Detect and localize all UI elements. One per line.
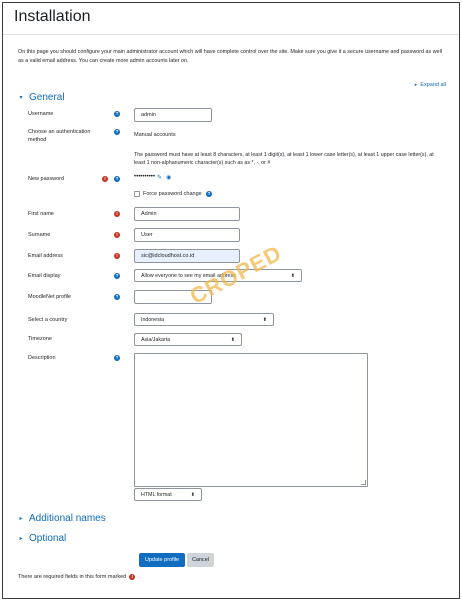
surname-input[interactable]: User: [134, 228, 240, 242]
email-display-value: Allow everyone to see my email address: [141, 272, 236, 279]
reveal-password-icon[interactable]: ◉: [166, 174, 171, 181]
required-icon: !: [129, 574, 136, 580]
new-password-value[interactable]: ••••••••••: [134, 174, 155, 180]
email-display-help-icon[interactable]: ?: [114, 273, 120, 279]
chevron-right-icon: ▸: [19, 536, 23, 542]
force-password-change-label: Force password change: [143, 191, 202, 197]
auth-method-help-icon[interactable]: ?: [114, 129, 120, 135]
description-textarea[interactable]: [134, 353, 368, 487]
country-value: Indonesia: [141, 316, 164, 323]
new-password-label: New password: [28, 176, 65, 182]
email-label: Email address: [28, 253, 63, 259]
moodlenet-help-icon[interactable]: ?: [114, 294, 120, 300]
new-password-required-icon: !: [102, 176, 108, 182]
cancel-button[interactable]: Cancel: [187, 553, 214, 567]
email-display-select[interactable]: Allow everyone to see my email address ⬍: [134, 269, 302, 282]
section-additional-names-label: Additional names: [29, 513, 106, 524]
required-fields-note-text: There are required fields in this form m…: [18, 574, 127, 580]
required-fields-note-period: .: [138, 574, 140, 580]
select-caret-icon: ⬍: [262, 316, 267, 323]
select-caret-icon: ⬍: [290, 272, 295, 279]
auth-method-label: Choose an authentication method: [28, 129, 91, 143]
resize-handle-icon[interactable]: [361, 480, 366, 485]
surname-label: Surname: [28, 232, 51, 238]
email-display-label: Email display: [28, 273, 61, 279]
update-profile-button[interactable]: Update profile: [139, 553, 185, 567]
title-divider: [3, 34, 459, 35]
first-name-label: First name: [28, 211, 54, 217]
intro-text: On this page you should configure your m…: [18, 49, 442, 64]
edit-password-icon[interactable]: ✎: [157, 174, 162, 181]
timezone-value: Asia/Jakarta: [141, 336, 171, 343]
force-password-help-icon[interactable]: ?: [206, 191, 212, 197]
moodlenet-label: MoodleNet profile: [28, 294, 72, 300]
section-optional-toggle[interactable]: ▸ Optional: [18, 533, 66, 544]
username-help-icon[interactable]: ?: [114, 111, 120, 117]
first-name-required-icon: !: [114, 211, 120, 217]
section-general-toggle[interactable]: ▾ General: [18, 92, 65, 103]
description-format-select[interactable]: HTML format ⬍: [134, 488, 202, 501]
force-password-change-checkbox[interactable]: [134, 191, 140, 197]
timezone-label: Timezone: [28, 336, 52, 342]
select-caret-icon: ⬍: [230, 336, 235, 343]
chevron-down-icon: ▾: [19, 95, 23, 101]
description-format-value: HTML format: [141, 491, 172, 498]
new-password-help-icon[interactable]: ?: [114, 176, 120, 182]
password-policy-text: The password must have at least 8 charac…: [134, 152, 434, 166]
surname-required-icon: !: [114, 232, 120, 238]
page-title: Installation: [14, 8, 91, 25]
username-label: Username: [28, 111, 54, 117]
username-input[interactable]: admin: [134, 108, 212, 122]
email-input[interactable]: sic@idcloudhost.co.id: [134, 249, 240, 263]
auth-method-value: Manual accounts: [134, 132, 176, 138]
required-fields-note: There are required fields in this form m…: [18, 574, 140, 580]
moodlenet-input[interactable]: [134, 290, 212, 304]
expand-chevron-icon: ▸: [414, 82, 418, 88]
chevron-right-icon: ▸: [19, 516, 23, 522]
description-help-icon[interactable]: ?: [114, 355, 120, 361]
country-label: Select a country: [28, 317, 68, 323]
email-required-icon: !: [114, 253, 120, 259]
section-additional-names-toggle[interactable]: ▸ Additional names: [18, 513, 106, 524]
country-select[interactable]: Indonesia ⬍: [134, 313, 274, 326]
timezone-select[interactable]: Asia/Jakarta ⬍: [134, 333, 242, 346]
expand-all-link[interactable]: ▸ Expand all: [415, 82, 446, 88]
expand-all-label: Expand all: [420, 82, 446, 88]
first-name-input[interactable]: Admin: [134, 207, 240, 221]
select-caret-icon: ⬍: [190, 491, 195, 498]
description-label: Description: [28, 355, 56, 361]
section-general-label: General: [29, 92, 65, 103]
section-optional-label: Optional: [29, 533, 67, 544]
